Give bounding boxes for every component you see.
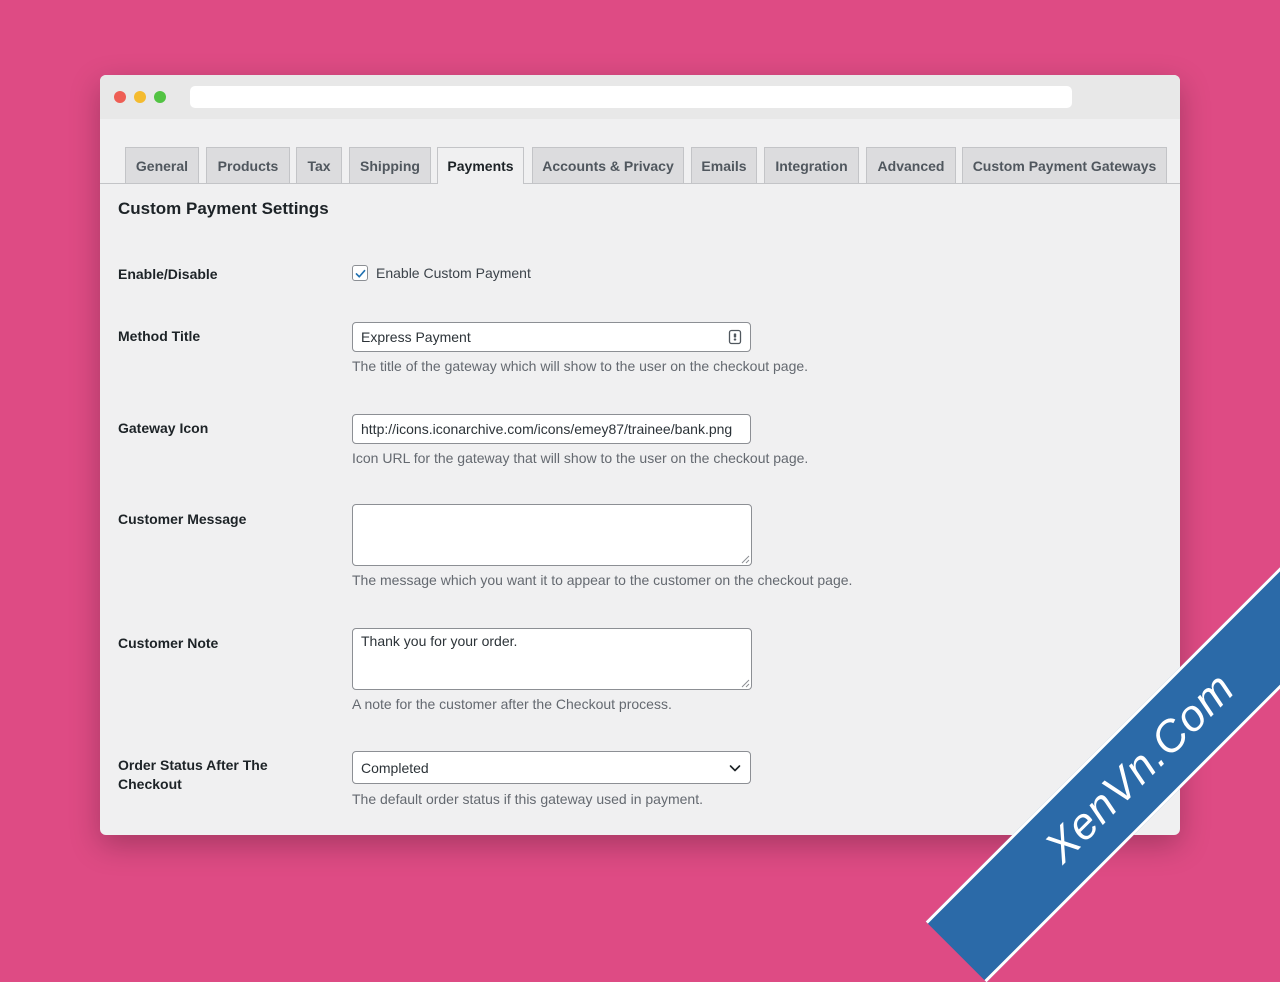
maximize-window-button[interactable] xyxy=(154,91,166,103)
tab-shipping[interactable]: Shipping xyxy=(349,147,431,183)
gateway-icon-description: Icon URL for the gateway that will show … xyxy=(352,450,809,466)
tab-general[interactable]: General xyxy=(125,147,199,183)
enable-custom-payment-control[interactable]: Enable Custom Payment xyxy=(352,265,531,281)
method-title-input[interactable]: Express Payment xyxy=(352,322,751,352)
order-status-description: The default order status if this gateway… xyxy=(352,791,703,807)
customer-note-label: Customer Note xyxy=(118,635,219,651)
browser-window: General Products Tax Shipping Payments A… xyxy=(100,75,1180,835)
close-window-button[interactable] xyxy=(114,91,126,103)
tab-advanced[interactable]: Advanced xyxy=(866,147,956,183)
settings-tabs: General Products Tax Shipping Payments A… xyxy=(100,147,1180,184)
customer-note-description: A note for the customer after the Checko… xyxy=(352,696,672,712)
enable-disable-label: Enable/Disable xyxy=(118,266,218,282)
method-title-label: Method Title xyxy=(118,328,201,344)
resize-grip-icon[interactable] xyxy=(740,678,750,688)
order-status-select[interactable]: Completed xyxy=(352,751,751,784)
tab-integration[interactable]: Integration xyxy=(764,147,859,183)
gateway-icon-value: http://icons.iconarchive.com/icons/emey8… xyxy=(361,421,733,437)
order-status-value: Completed xyxy=(361,759,429,776)
enable-custom-payment-label: Enable Custom Payment xyxy=(376,265,531,281)
customer-message-textarea[interactable] xyxy=(352,504,752,566)
enable-custom-payment-checkbox[interactable] xyxy=(352,265,368,281)
checkmark-icon xyxy=(355,269,365,278)
tab-accounts-privacy[interactable]: Accounts & Privacy xyxy=(532,147,684,183)
minimize-window-button[interactable] xyxy=(134,91,146,103)
customer-note-textarea[interactable]: Thank you for your order. xyxy=(352,628,752,690)
tab-emails[interactable]: Emails xyxy=(691,147,757,183)
method-title-value: Express Payment xyxy=(361,329,471,345)
tab-tax[interactable]: Tax xyxy=(296,147,342,183)
section-title: Custom Payment Settings xyxy=(118,199,329,218)
address-bar[interactable] xyxy=(190,86,1072,108)
customer-message-label: Customer Message xyxy=(118,511,247,527)
password-manager-icon[interactable] xyxy=(728,329,742,345)
customer-note-value: Thank you for your order. xyxy=(361,633,518,649)
gateway-icon-label: Gateway Icon xyxy=(118,420,209,436)
method-title-description: The title of the gateway which will show… xyxy=(352,358,809,374)
chevron-down-icon xyxy=(729,764,741,771)
tab-payments[interactable]: Payments xyxy=(437,147,524,184)
tab-custom-payment-gateways[interactable]: Custom Payment Gateways xyxy=(962,147,1167,183)
customer-message-description: The message which you want it to appear … xyxy=(352,572,853,588)
order-status-label: Order Status After The Checkout xyxy=(118,757,268,792)
title-bar xyxy=(100,75,1180,119)
tab-products[interactable]: Products xyxy=(206,147,290,183)
gateway-icon-input[interactable]: http://icons.iconarchive.com/icons/emey8… xyxy=(352,414,751,444)
resize-grip-icon[interactable] xyxy=(740,554,750,564)
